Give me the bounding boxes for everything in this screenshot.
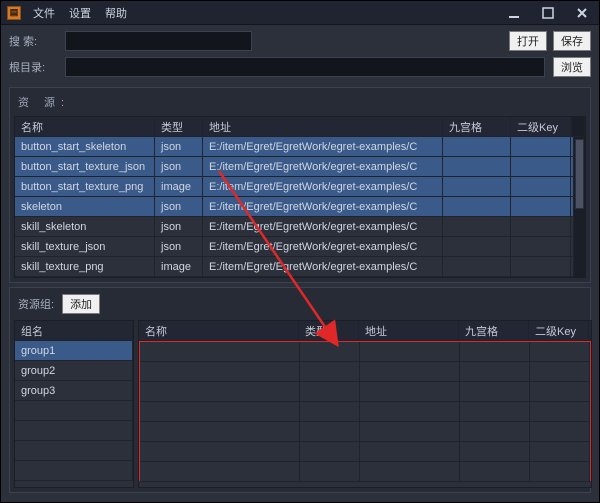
cell-addr: E:/item/Egret/EgretWork/egret-examples/C [203,257,443,276]
save-button[interactable]: 保存 [553,31,591,51]
group-row[interactable]: group3 [15,381,133,401]
add-group-button[interactable]: 添加 [62,294,100,314]
menu-help[interactable]: 帮助 [105,5,127,21]
resource-table: 名称 类型 地址 九宫格 二级Key button_start_skeleton… [14,116,586,278]
cell-ninegrid [443,257,511,276]
cell-type: image [155,257,203,276]
maximize-button[interactable] [537,5,559,21]
group-detail-table: 名称 类型 地址 九宫格 二级Key [138,320,592,488]
browse-button[interactable]: 浏览 [553,57,591,77]
cell-name: skill_texture_json [15,237,155,256]
resource-scrollbar[interactable] [573,137,585,277]
cell-type: image [155,177,203,196]
cell-subkey [511,137,571,156]
cell-type: json [155,217,203,236]
cell-type: json [155,237,203,256]
dcol-addr[interactable]: 地址 [359,321,459,340]
rootdir-input[interactable] [65,57,545,77]
group-row-empty [15,461,133,481]
cell-groupname: group3 [15,381,133,400]
cell-ninegrid [443,177,511,196]
col-name[interactable]: 名称 [15,117,155,136]
cell-ninegrid [443,197,511,216]
group-row[interactable]: group1 [15,341,133,361]
group-panel: 资源组: 添加 组名 group1group2group3 名称 类型 地址 九… [9,287,591,493]
col-type[interactable]: 类型 [155,117,203,136]
cell-type: json [155,137,203,156]
scrollbar-thumb[interactable] [575,139,584,209]
search-input[interactable] [65,31,252,51]
status-bar: 就绪 [1,497,599,503]
group-row[interactable]: group2 [15,361,133,381]
resource-row[interactable]: button_start_texture_pngimageE:/item/Egr… [15,177,585,197]
search-row: 搜 索: 打开 保存 [1,25,599,57]
resource-row[interactable]: button_start_texture_jsonjsonE:/item/Egr… [15,157,585,177]
group-detail-body[interactable] [139,341,591,481]
cell-name: skill_texture_png [15,257,155,276]
cell-addr: E:/item/Egret/EgretWork/egret-examples/C [203,137,443,156]
cell-subkey [511,197,571,216]
col-addr[interactable]: 地址 [203,117,443,136]
cell-groupname: group1 [15,341,133,360]
group-row-empty [15,401,133,421]
close-button[interactable] [571,5,593,21]
cell-name: skill_skeleton [15,217,155,236]
scrollbar-head [571,117,585,136]
dcol-name[interactable]: 名称 [139,321,299,340]
cell-ninegrid [443,157,511,176]
cell-name: button_start_texture_png [15,177,155,196]
resource-title: 资 源: [14,92,586,116]
search-label: 搜 索: [9,33,57,49]
cell-groupname: group2 [15,361,133,380]
resource-row[interactable]: skeletonjsonE:/item/Egret/EgretWork/egre… [15,197,585,217]
cell-subkey [511,157,571,176]
resource-row[interactable]: skill_texture_pngimageE:/item/Egret/Egre… [15,257,585,277]
cell-subkey [511,237,571,256]
group-row-empty [15,441,133,461]
cell-type: json [155,197,203,216]
col-groupname[interactable]: 组名 [15,321,133,340]
group-title: 资源组: [18,296,54,312]
menu-file[interactable]: 文件 [33,5,55,21]
open-button[interactable]: 打开 [509,31,547,51]
cell-name: skeleton [15,197,155,216]
resource-row[interactable]: skill_skeletonjsonE:/item/Egret/EgretWor… [15,217,585,237]
cell-addr: E:/item/Egret/EgretWork/egret-examples/C [203,237,443,256]
cell-type: json [155,157,203,176]
cell-addr: E:/item/Egret/EgretWork/egret-examples/C [203,177,443,196]
rootdir-row: 根目录: 浏览 [1,57,599,83]
group-list: 组名 group1group2group3 [14,320,134,488]
resource-row[interactable]: button_start_skeletonjsonE:/item/Egret/E… [15,137,585,157]
cell-ninegrid [443,237,511,256]
cell-subkey [511,177,571,196]
resource-row[interactable]: skill_texture_jsonjsonE:/item/Egret/Egre… [15,237,585,257]
group-row-empty [15,421,133,441]
cell-addr: E:/item/Egret/EgretWork/egret-examples/C [203,217,443,236]
dcol-type[interactable]: 类型 [299,321,359,340]
dcol-subkey[interactable]: 二级Key [529,321,589,340]
menu-settings[interactable]: 设置 [69,5,91,21]
cell-ninegrid [443,217,511,236]
dcol-ninegrid[interactable]: 九宫格 [459,321,529,340]
app-icon: ▤ [7,6,21,20]
cell-name: button_start_texture_json [15,157,155,176]
rootdir-label: 根目录: [9,59,57,75]
cell-ninegrid [443,137,511,156]
col-ninegrid[interactable]: 九宫格 [443,117,511,136]
col-subkey[interactable]: 二级Key [511,117,571,136]
cell-addr: E:/item/Egret/EgretWork/egret-examples/C [203,197,443,216]
cell-name: button_start_skeleton [15,137,155,156]
cell-addr: E:/item/Egret/EgretWork/egret-examples/C [203,157,443,176]
cell-subkey [511,217,571,236]
resource-panel: 资 源: 名称 类型 地址 九宫格 二级Key button_start_ske… [9,87,591,283]
titlebar: ▤ 文件 设置 帮助 [1,1,599,25]
cell-subkey [511,257,571,276]
resource-header: 名称 类型 地址 九宫格 二级Key [15,117,585,137]
minimize-button[interactable] [503,5,525,21]
